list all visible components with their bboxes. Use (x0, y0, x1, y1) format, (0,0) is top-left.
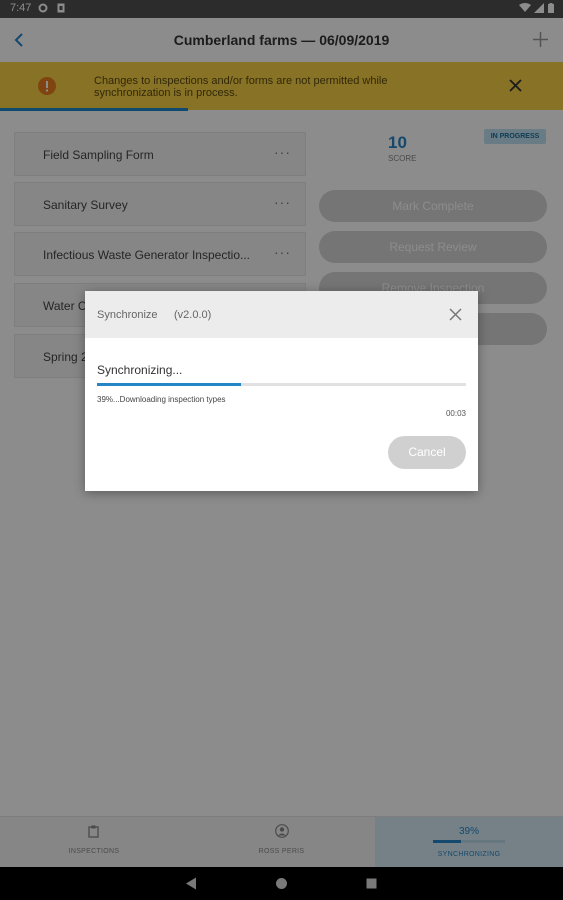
dialog-version: (v2.0.0) (174, 309, 212, 321)
progress-detail: 39%...Downloading inspection types (97, 395, 226, 404)
progress-fill (97, 383, 241, 386)
close-dialog-icon[interactable] (449, 308, 462, 321)
elapsed-time: 00:03 (445, 409, 466, 418)
progress-track (97, 383, 466, 386)
sync-status-label: Synchronizing... (97, 363, 183, 377)
cancel-button[interactable]: Cancel (388, 436, 466, 469)
dialog-title: Synchronize (97, 309, 158, 321)
synchronize-dialog: Synchronize (v2.0.0) Synchronizing... 39… (85, 291, 478, 491)
dialog-header: Synchronize (v2.0.0) (85, 291, 478, 338)
